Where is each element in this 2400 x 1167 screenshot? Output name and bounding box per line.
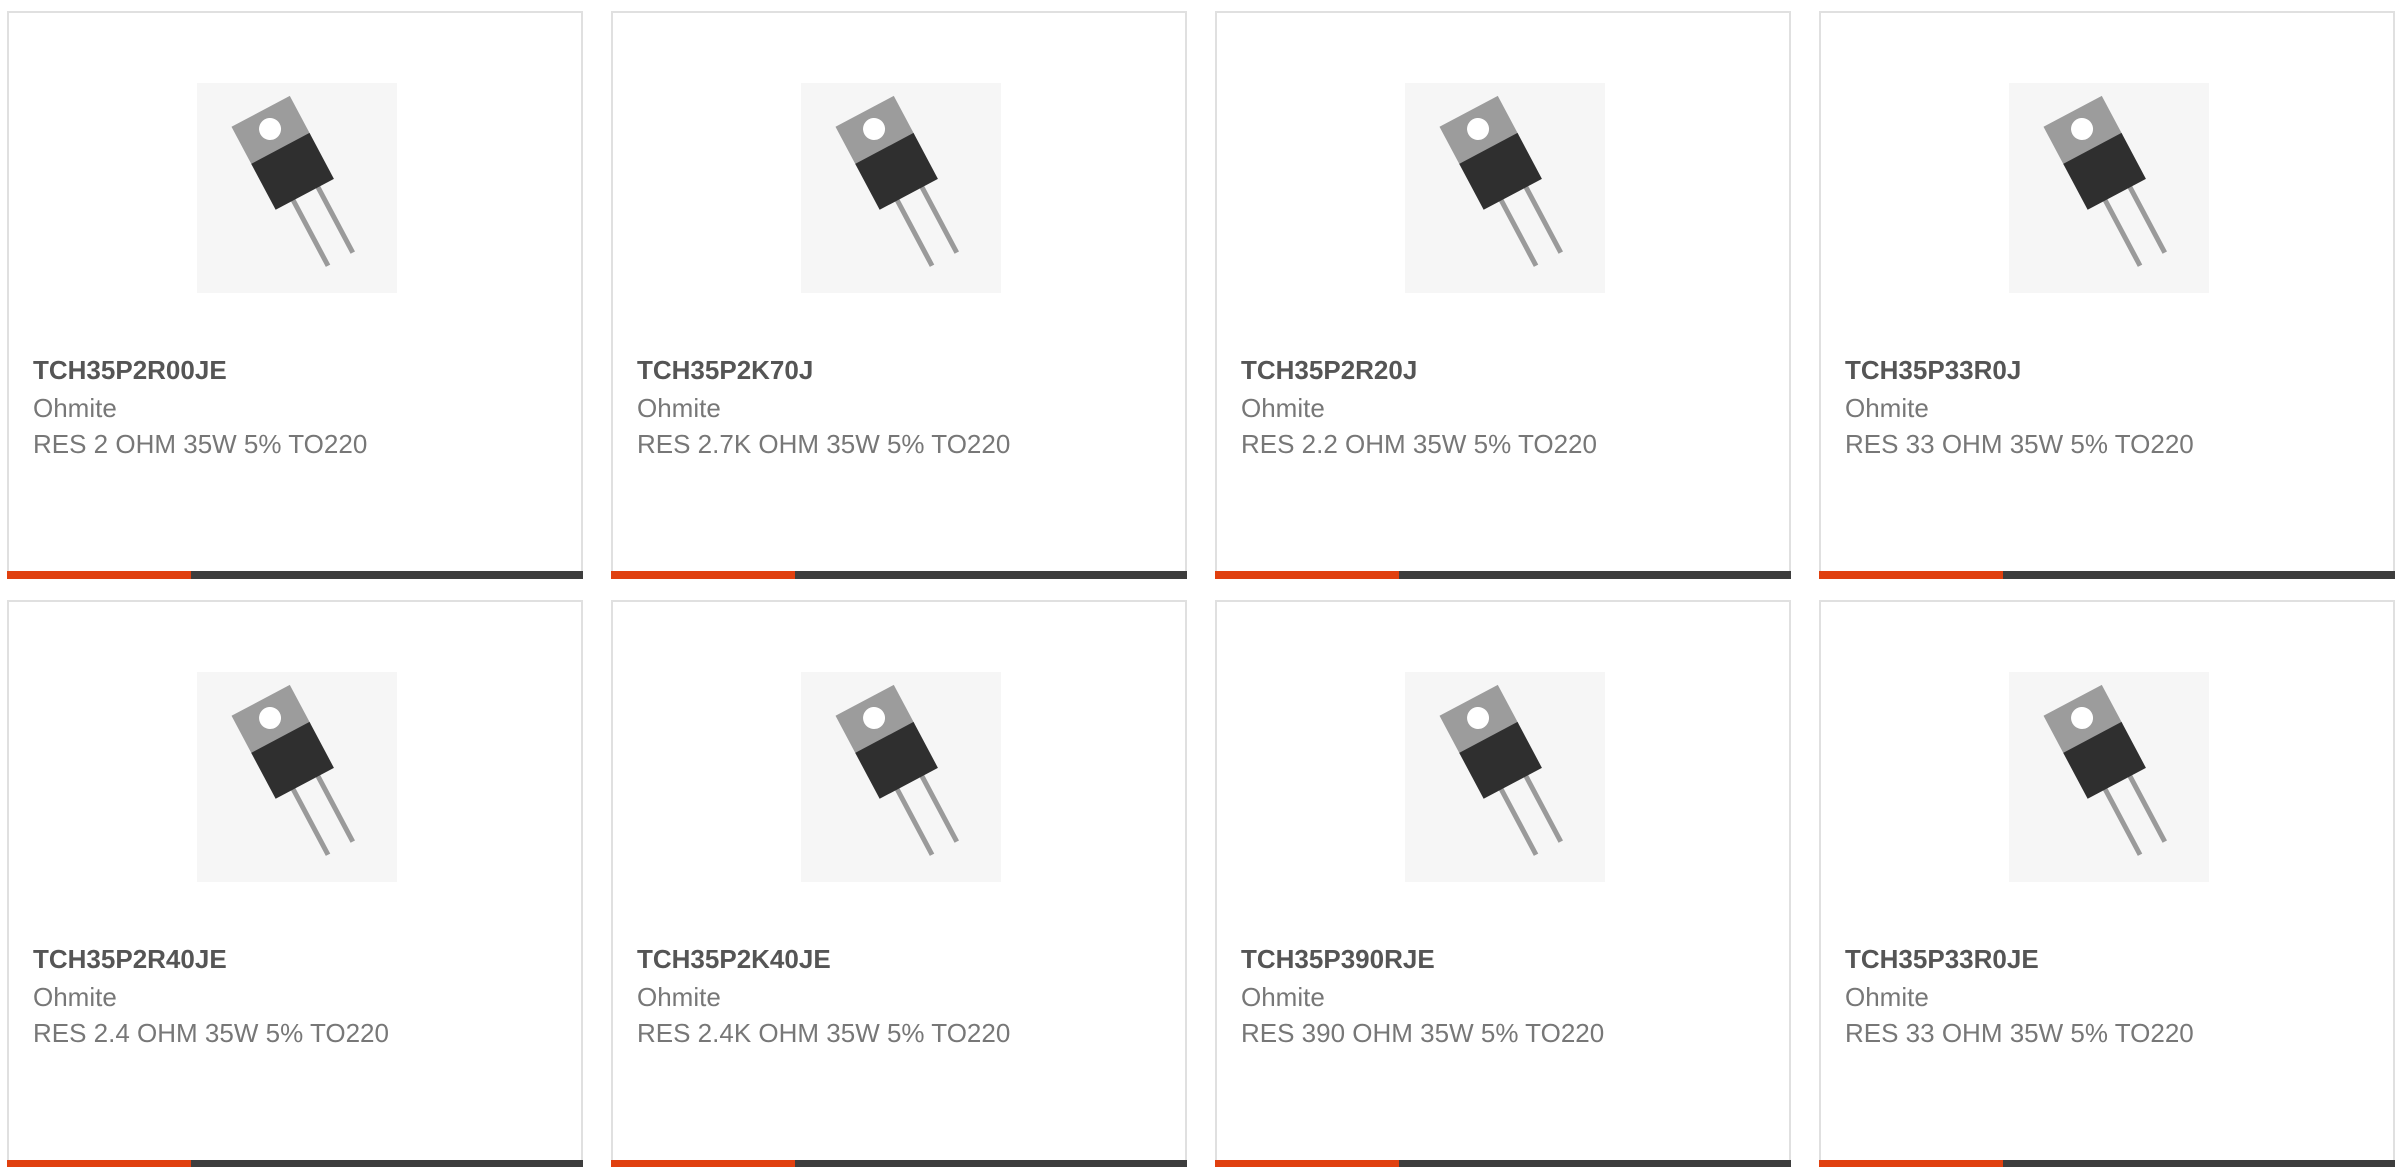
card-accent	[611, 571, 795, 579]
card-footer-bar	[611, 571, 1187, 579]
product-card[interactable]: TCH35P2K40JE Ohmite RES 2.4K OHM 35W 5% …	[611, 600, 1187, 1167]
part-number[interactable]: TCH35P2K70J	[637, 355, 813, 386]
part-number[interactable]: TCH35P2R00JE	[33, 355, 227, 386]
product-card[interactable]: TCH35P2R00JE Ohmite RES 2 OHM 35W 5% TO2…	[7, 11, 583, 579]
resistor-image[interactable]	[197, 672, 397, 882]
card-footer-bar	[611, 1160, 1187, 1167]
description: RES 2.4K OHM 35W 5% TO220	[637, 1018, 1011, 1048]
resistor-image[interactable]	[1405, 672, 1605, 882]
manufacturer: Ohmite	[637, 982, 721, 1012]
card-accent	[1819, 1160, 2003, 1167]
resistor-image[interactable]	[801, 672, 1001, 882]
product-card[interactable]: TCH35P33R0J Ohmite RES 33 OHM 35W 5% TO2…	[1819, 11, 2395, 579]
to220-resistor-icon	[1405, 83, 1605, 293]
product-card[interactable]: TCH35P2R40JE Ohmite RES 2.4 OHM 35W 5% T…	[7, 600, 583, 1167]
card-footer-bar	[7, 1160, 583, 1167]
card-accent	[7, 1160, 191, 1167]
part-number[interactable]: TCH35P2R40JE	[33, 944, 227, 975]
card-footer-bar	[1819, 571, 2395, 579]
part-number[interactable]: TCH35P2K40JE	[637, 944, 831, 975]
manufacturer: Ohmite	[1845, 982, 1929, 1012]
manufacturer: Ohmite	[637, 393, 721, 423]
resistor-image[interactable]	[2009, 672, 2209, 882]
description: RES 390 OHM 35W 5% TO220	[1241, 1018, 1605, 1048]
to220-resistor-icon	[801, 83, 1001, 293]
manufacturer: Ohmite	[1241, 393, 1325, 423]
resistor-image[interactable]	[197, 83, 397, 293]
to220-resistor-icon	[1405, 672, 1605, 882]
description: RES 2.7K OHM 35W 5% TO220	[637, 429, 1011, 459]
product-card[interactable]: TCH35P33R0JE Ohmite RES 33 OHM 35W 5% TO…	[1819, 600, 2395, 1167]
manufacturer: Ohmite	[33, 393, 117, 423]
to220-resistor-icon	[197, 83, 397, 293]
description: RES 2.2 OHM 35W 5% TO220	[1241, 429, 1597, 459]
description: RES 33 OHM 35W 5% TO220	[1845, 1018, 2194, 1048]
part-number[interactable]: TCH35P390RJE	[1241, 944, 1435, 975]
product-card[interactable]: TCH35P2K70J Ohmite RES 2.7K OHM 35W 5% T…	[611, 11, 1187, 579]
to220-resistor-icon	[2009, 83, 2209, 293]
resistor-image[interactable]	[801, 83, 1001, 293]
part-number[interactable]: TCH35P33R0J	[1845, 355, 2021, 386]
part-number[interactable]: TCH35P2R20J	[1241, 355, 1417, 386]
manufacturer: Ohmite	[1845, 393, 1929, 423]
card-footer-bar	[1215, 1160, 1791, 1167]
card-accent	[7, 571, 191, 579]
card-accent	[1215, 571, 1399, 579]
card-footer-bar	[1215, 571, 1791, 579]
manufacturer: Ohmite	[33, 982, 117, 1012]
description: RES 33 OHM 35W 5% TO220	[1845, 429, 2194, 459]
to220-resistor-icon	[801, 672, 1001, 882]
description: RES 2 OHM 35W 5% TO220	[33, 429, 368, 459]
manufacturer: Ohmite	[1241, 982, 1325, 1012]
product-card[interactable]: TCH35P2R20J Ohmite RES 2.2 OHM 35W 5% TO…	[1215, 11, 1791, 579]
card-accent	[1819, 571, 2003, 579]
to220-resistor-icon	[197, 672, 397, 882]
description: RES 2.4 OHM 35W 5% TO220	[33, 1018, 389, 1048]
card-accent	[1215, 1160, 1399, 1167]
product-card[interactable]: TCH35P390RJE Ohmite RES 390 OHM 35W 5% T…	[1215, 600, 1791, 1167]
resistor-image[interactable]	[2009, 83, 2209, 293]
resistor-image[interactable]	[1405, 83, 1605, 293]
card-accent	[611, 1160, 795, 1167]
part-number[interactable]: TCH35P33R0JE	[1845, 944, 2039, 975]
card-footer-bar	[7, 571, 583, 579]
card-footer-bar	[1819, 1160, 2395, 1167]
product-grid: TCH35P2R00JE Ohmite RES 2 OHM 35W 5% TO2…	[0, 0, 2400, 1167]
to220-resistor-icon	[2009, 672, 2209, 882]
